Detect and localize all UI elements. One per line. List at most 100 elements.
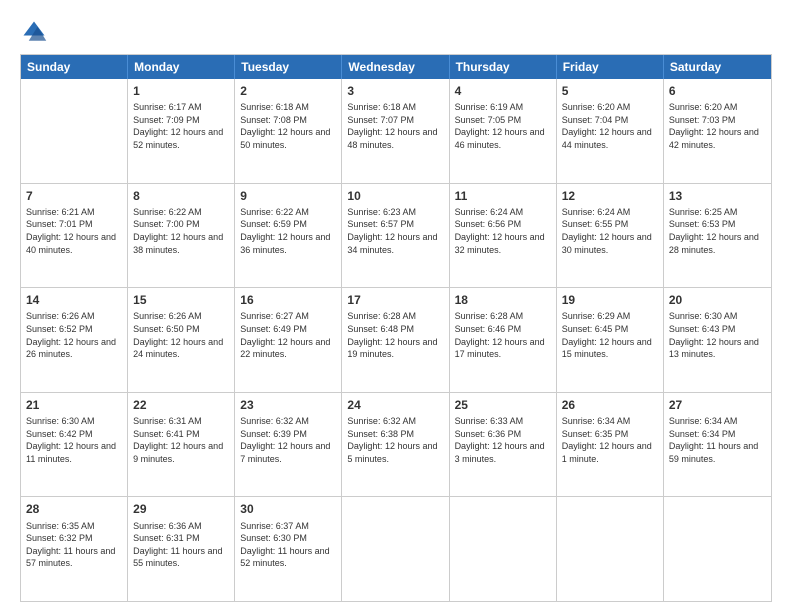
cal-cell: 1 Sunrise: 6:17 AM Sunset: 7:09 PM Daylig… xyxy=(128,79,235,183)
day-number: 25 xyxy=(455,397,551,413)
day-number: 8 xyxy=(133,188,229,204)
cell-info: Sunrise: 6:35 AM Sunset: 6:32 PM Dayligh… xyxy=(26,520,122,570)
week-row-3: 14 Sunrise: 6:26 AM Sunset: 6:52 PM Dayli… xyxy=(21,288,771,393)
cal-cell xyxy=(664,497,771,601)
cal-cell: 24 Sunrise: 6:32 AM Sunset: 6:38 PM Dayli… xyxy=(342,393,449,497)
cal-cell: 23 Sunrise: 6:32 AM Sunset: 6:39 PM Dayli… xyxy=(235,393,342,497)
cell-info: Sunrise: 6:33 AM Sunset: 6:36 PM Dayligh… xyxy=(455,415,551,465)
day-number: 14 xyxy=(26,292,122,308)
cal-cell: 29 Sunrise: 6:36 AM Sunset: 6:31 PM Dayli… xyxy=(128,497,235,601)
day-number: 11 xyxy=(455,188,551,204)
day-number: 10 xyxy=(347,188,443,204)
cell-info: Sunrise: 6:25 AM Sunset: 6:53 PM Dayligh… xyxy=(669,206,766,256)
header xyxy=(20,18,772,46)
day-number: 4 xyxy=(455,83,551,99)
cal-cell: 15Sunrise: 6:26 AM Sunset: 6:50 PM Dayli… xyxy=(128,288,235,392)
day-number: 23 xyxy=(240,397,336,413)
day-number: 29 xyxy=(133,501,229,517)
day-number: 1 xyxy=(133,83,229,99)
calendar-body: 1 Sunrise: 6:17 AM Sunset: 7:09 PM Daylig… xyxy=(21,79,771,601)
cell-info: Sunrise: 6:28 AM Sunset: 6:48 PM Dayligh… xyxy=(347,310,443,360)
week-row-1: 1 Sunrise: 6:17 AM Sunset: 7:09 PM Daylig… xyxy=(21,79,771,184)
cal-cell: 8 Sunrise: 6:22 AM Sunset: 7:00 PM Daylig… xyxy=(128,184,235,288)
day-number: 6 xyxy=(669,83,766,99)
logo xyxy=(20,18,52,46)
cal-cell: 11 Sunrise: 6:24 AM Sunset: 6:56 PM Dayli… xyxy=(450,184,557,288)
cell-info: Sunrise: 6:32 AM Sunset: 6:38 PM Dayligh… xyxy=(347,415,443,465)
day-number: 20 xyxy=(669,292,766,308)
calendar: SundayMondayTuesdayWednesdayThursdayFrid… xyxy=(20,54,772,602)
day-header-wednesday: Wednesday xyxy=(342,55,449,79)
day-number: 5 xyxy=(562,83,658,99)
cell-info: Sunrise: 6:18 AM Sunset: 7:07 PM Dayligh… xyxy=(347,101,443,151)
cell-info: Sunrise: 6:22 AM Sunset: 6:59 PM Dayligh… xyxy=(240,206,336,256)
cal-cell: 21 Sunrise: 6:30 AM Sunset: 6:42 PM Dayli… xyxy=(21,393,128,497)
cal-cell: 17 Sunrise: 6:28 AM Sunset: 6:48 PM Dayli… xyxy=(342,288,449,392)
day-number: 27 xyxy=(669,397,766,413)
day-header-monday: Monday xyxy=(128,55,235,79)
cal-cell xyxy=(342,497,449,601)
day-number: 17 xyxy=(347,292,443,308)
page: SundayMondayTuesdayWednesdayThursdayFrid… xyxy=(0,0,792,612)
cal-cell: 16Sunrise: 6:27 AM Sunset: 6:49 PM Dayli… xyxy=(235,288,342,392)
day-number: 19 xyxy=(562,292,658,308)
day-number: 24 xyxy=(347,397,443,413)
cal-cell: 10 Sunrise: 6:23 AM Sunset: 6:57 PM Dayli… xyxy=(342,184,449,288)
day-number: 26 xyxy=(562,397,658,413)
cell-info: Sunrise: 6:26 AM Sunset: 6:50 PM Dayligh… xyxy=(133,310,229,360)
day-number: 22 xyxy=(133,397,229,413)
cell-info: Sunrise: 6:21 AM Sunset: 7:01 PM Dayligh… xyxy=(26,206,122,256)
cal-cell: 2 Sunrise: 6:18 AM Sunset: 7:08 PM Daylig… xyxy=(235,79,342,183)
cell-info: Sunrise: 6:36 AM Sunset: 6:31 PM Dayligh… xyxy=(133,520,229,570)
day-header-friday: Friday xyxy=(557,55,664,79)
cell-info: Sunrise: 6:29 AM Sunset: 6:45 PM Dayligh… xyxy=(562,310,658,360)
day-number: 16 xyxy=(240,292,336,308)
day-header-saturday: Saturday xyxy=(664,55,771,79)
cell-info: Sunrise: 6:20 AM Sunset: 7:03 PM Dayligh… xyxy=(669,101,766,151)
day-number: 9 xyxy=(240,188,336,204)
day-number: 21 xyxy=(26,397,122,413)
cell-info: Sunrise: 6:32 AM Sunset: 6:39 PM Dayligh… xyxy=(240,415,336,465)
cal-cell: 19 Sunrise: 6:29 AM Sunset: 6:45 PM Dayli… xyxy=(557,288,664,392)
cell-info: Sunrise: 6:37 AM Sunset: 6:30 PM Dayligh… xyxy=(240,520,336,570)
cal-cell: 18 Sunrise: 6:28 AM Sunset: 6:46 PM Dayli… xyxy=(450,288,557,392)
day-number: 12 xyxy=(562,188,658,204)
cell-info: Sunrise: 6:30 AM Sunset: 6:42 PM Dayligh… xyxy=(26,415,122,465)
cal-cell: 12 Sunrise: 6:24 AM Sunset: 6:55 PM Dayli… xyxy=(557,184,664,288)
day-header-thursday: Thursday xyxy=(450,55,557,79)
cal-cell: 22 Sunrise: 6:31 AM Sunset: 6:41 PM Dayli… xyxy=(128,393,235,497)
cell-info: Sunrise: 6:18 AM Sunset: 7:08 PM Dayligh… xyxy=(240,101,336,151)
cal-cell: 26 Sunrise: 6:34 AM Sunset: 6:35 PM Dayli… xyxy=(557,393,664,497)
cell-info: Sunrise: 6:26 AM Sunset: 6:52 PM Dayligh… xyxy=(26,310,122,360)
cell-info: Sunrise: 6:24 AM Sunset: 6:56 PM Dayligh… xyxy=(455,206,551,256)
day-number: 2 xyxy=(240,83,336,99)
cell-info: Sunrise: 6:34 AM Sunset: 6:35 PM Dayligh… xyxy=(562,415,658,465)
cal-cell: 6 Sunrise: 6:20 AM Sunset: 7:03 PM Daylig… xyxy=(664,79,771,183)
cal-cell: 30 Sunrise: 6:37 AM Sunset: 6:30 PM Dayli… xyxy=(235,497,342,601)
cal-cell: 13 Sunrise: 6:25 AM Sunset: 6:53 PM Dayli… xyxy=(664,184,771,288)
cal-cell: 9 Sunrise: 6:22 AM Sunset: 6:59 PM Daylig… xyxy=(235,184,342,288)
cell-info: Sunrise: 6:28 AM Sunset: 6:46 PM Dayligh… xyxy=(455,310,551,360)
week-row-4: 21 Sunrise: 6:30 AM Sunset: 6:42 PM Dayli… xyxy=(21,393,771,498)
cell-info: Sunrise: 6:34 AM Sunset: 6:34 PM Dayligh… xyxy=(669,415,766,465)
cell-info: Sunrise: 6:24 AM Sunset: 6:55 PM Dayligh… xyxy=(562,206,658,256)
day-number: 3 xyxy=(347,83,443,99)
day-number: 18 xyxy=(455,292,551,308)
day-number: 13 xyxy=(669,188,766,204)
cal-cell: 27 Sunrise: 6:34 AM Sunset: 6:34 PM Dayli… xyxy=(664,393,771,497)
cal-cell: 3 Sunrise: 6:18 AM Sunset: 7:07 PM Daylig… xyxy=(342,79,449,183)
cell-info: Sunrise: 6:17 AM Sunset: 7:09 PM Dayligh… xyxy=(133,101,229,151)
day-header-tuesday: Tuesday xyxy=(235,55,342,79)
cal-cell xyxy=(557,497,664,601)
week-row-5: 28Sunrise: 6:35 AM Sunset: 6:32 PM Dayli… xyxy=(21,497,771,601)
cal-cell: 7 Sunrise: 6:21 AM Sunset: 7:01 PM Daylig… xyxy=(21,184,128,288)
cell-info: Sunrise: 6:31 AM Sunset: 6:41 PM Dayligh… xyxy=(133,415,229,465)
cal-cell: 14 Sunrise: 6:26 AM Sunset: 6:52 PM Dayli… xyxy=(21,288,128,392)
day-number: 30 xyxy=(240,501,336,517)
calendar-header: SundayMondayTuesdayWednesdayThursdayFrid… xyxy=(21,55,771,79)
cell-info: Sunrise: 6:23 AM Sunset: 6:57 PM Dayligh… xyxy=(347,206,443,256)
cal-cell: 4Sunrise: 6:19 AM Sunset: 7:05 PM Daylig… xyxy=(450,79,557,183)
day-number: 7 xyxy=(26,188,122,204)
cell-info: Sunrise: 6:22 AM Sunset: 7:00 PM Dayligh… xyxy=(133,206,229,256)
logo-icon xyxy=(20,18,48,46)
